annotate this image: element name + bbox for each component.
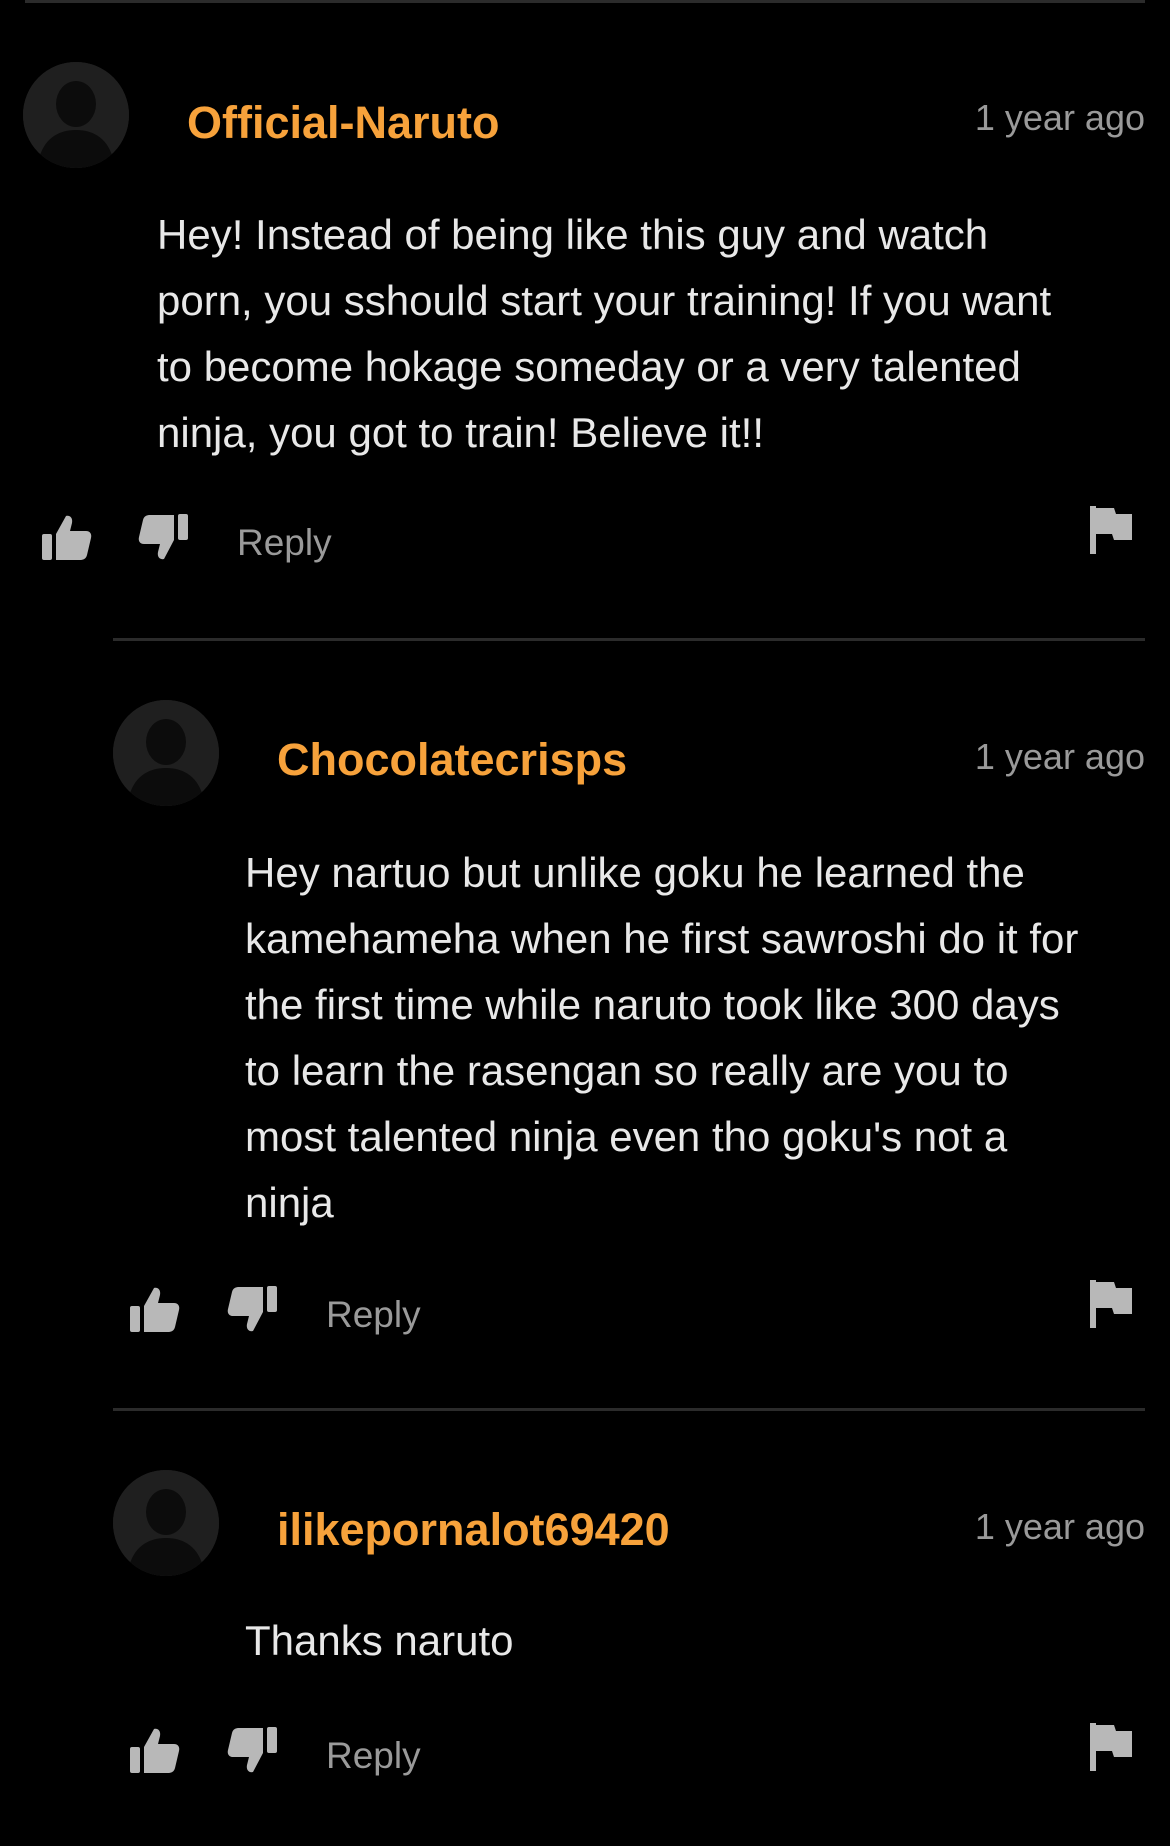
thumbs-up-icon[interactable]	[128, 1725, 180, 1777]
comment-divider	[113, 638, 1145, 641]
timestamp: 1 year ago	[974, 1506, 1145, 1547]
reply-button[interactable]: Reply	[237, 524, 332, 561]
default-avatar-icon	[113, 1470, 219, 1576]
thumbs-down-icon[interactable]	[227, 1725, 279, 1777]
top-divider	[25, 0, 1145, 3]
username[interactable]: ilikepornalot69420	[277, 1507, 670, 1552]
default-avatar-icon	[113, 700, 219, 806]
comment-text: Hey! Instead of being like this guy and …	[157, 211, 1052, 456]
thumbs-up-icon[interactable]	[128, 1284, 180, 1336]
avatar[interactable]	[23, 62, 129, 168]
thumbs-up-icon[interactable]	[40, 512, 92, 564]
comment-actions: Reply	[0, 506, 1170, 572]
default-avatar-icon	[23, 62, 129, 168]
comment-divider	[113, 1408, 1145, 1411]
reply-button[interactable]: Reply	[326, 1296, 421, 1333]
username[interactable]: Chocolatecrisps	[277, 737, 627, 782]
comment-text: Thanks naruto	[245, 1617, 514, 1664]
avatar[interactable]	[113, 1470, 219, 1576]
comment-actions: Reply	[0, 1723, 1170, 1785]
flag-icon[interactable]	[1088, 1278, 1134, 1330]
timestamp: 1 year ago	[974, 97, 1145, 138]
timestamp: 1 year ago	[974, 736, 1145, 777]
flag-icon[interactable]	[1088, 1721, 1134, 1773]
avatar[interactable]	[113, 700, 219, 806]
flag-icon[interactable]	[1088, 504, 1134, 556]
thumbs-down-icon[interactable]	[227, 1284, 279, 1336]
username[interactable]: Official-Naruto	[187, 100, 500, 145]
thumbs-down-icon[interactable]	[138, 512, 190, 564]
comment-actions: Reply	[0, 1280, 1170, 1344]
comment-text: Hey nartuo but unlike goku he learned th…	[245, 849, 1079, 1226]
reply-button[interactable]: Reply	[326, 1737, 421, 1774]
